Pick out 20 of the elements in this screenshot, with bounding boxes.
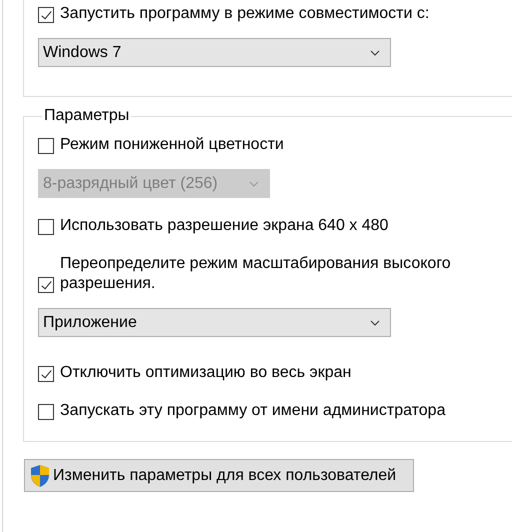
chevron-down-icon [370,320,380,326]
checkbox-label: Запускать эту программу от имени администратора [60,401,446,421]
dropdown[interactable]: Приложение [38,308,391,337]
checkbox-label: Переопределите режим масштабирования высокого разрешения. [60,254,452,294]
checkbox[interactable] [38,404,54,420]
dropdown[interactable]: Windows 7 [38,38,391,67]
checkbox[interactable] [38,138,54,154]
chevron-down-icon [370,50,380,56]
checkbox-label: Запустить программу в режиме совместимости с: [60,4,430,24]
checkbox-label: Режим пониженной цветности [60,135,284,155]
group-title: Параметры [43,107,130,125]
checkbox-label: Использовать разрешение экрана 640 x 480 [60,216,388,236]
checkbox[interactable] [38,7,54,23]
change-settings-button[interactable]: Изменить параметры для всех пользователей [24,459,414,492]
checkbox[interactable] [38,219,54,235]
shield-icon [29,464,51,488]
checkbox[interactable] [38,366,54,382]
checkbox-label: Отключить оптимизацию во весь экран [60,363,352,383]
chevron-down-icon [249,180,259,186]
checkbox[interactable] [38,277,54,293]
